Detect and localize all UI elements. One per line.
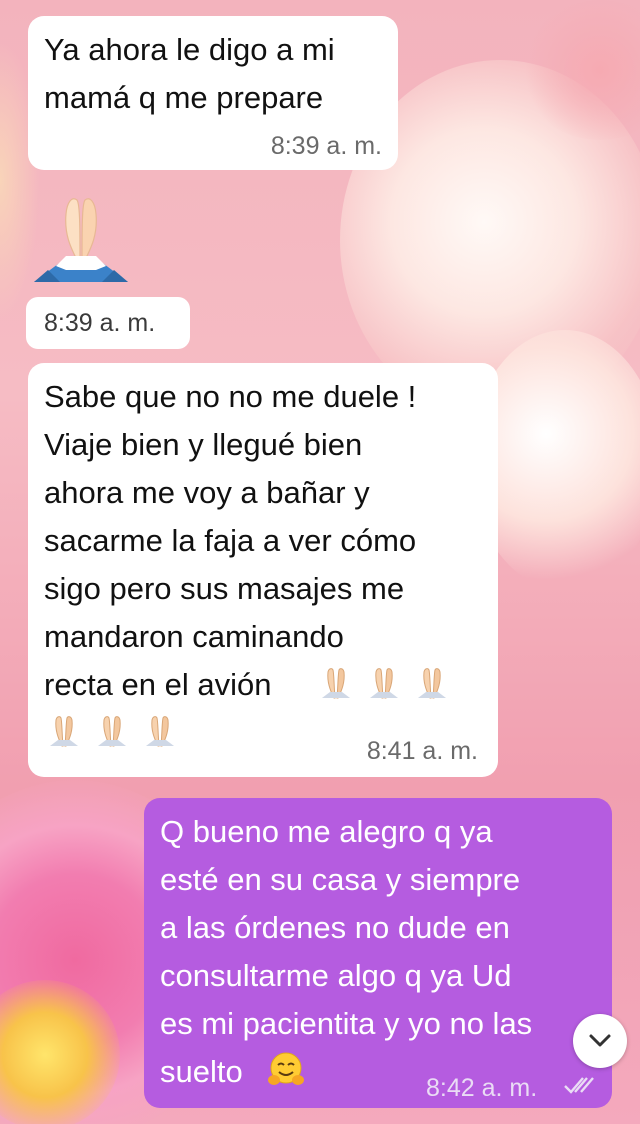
outgoing-message-bubble[interactable]: Q bueno me alegro q ya esté en su casa y…: [144, 798, 612, 1108]
folded-hands-emoji: [146, 716, 174, 747]
folded-hands-emoji: [370, 668, 398, 699]
message-timestamp: 8:39 a. m.: [44, 309, 156, 337]
double-check-icon: [564, 1077, 594, 1094]
hugging-face-emoji: [268, 1052, 304, 1085]
emoji-message-timestamp-pill: 8:39 a. m.: [26, 297, 190, 349]
message-timestamp: 8:41 a. m.: [366, 737, 478, 765]
folded-hands-emoji: [50, 716, 78, 747]
folded-hands-emoji[interactable]: [26, 190, 136, 290]
folded-hands-emoji: [418, 668, 446, 699]
message-text: Q bueno me alegro q ya esté en su casa y…: [160, 814, 533, 1089]
message-text: Ya ahora le digo a mi mamá q me prepare: [44, 32, 335, 115]
chevron-down-icon: [589, 1034, 611, 1047]
message-timestamp: 8:39 a. m.: [270, 132, 382, 160]
folded-hands-emoji: [98, 716, 126, 747]
incoming-message-bubble[interactable]: Sabe que no no me duele ! Viaje bien y l…: [28, 363, 498, 777]
incoming-message-bubble[interactable]: Ya ahora le digo a mi mamá q me prepare …: [28, 16, 398, 170]
message-timestamp: 8:42 a. m.: [426, 1074, 538, 1102]
scroll-to-bottom-button[interactable]: [573, 1014, 627, 1068]
message-text: Sabe que no no me duele ! Viaje bien y l…: [44, 379, 417, 702]
folded-hands-emoji: [322, 668, 350, 699]
